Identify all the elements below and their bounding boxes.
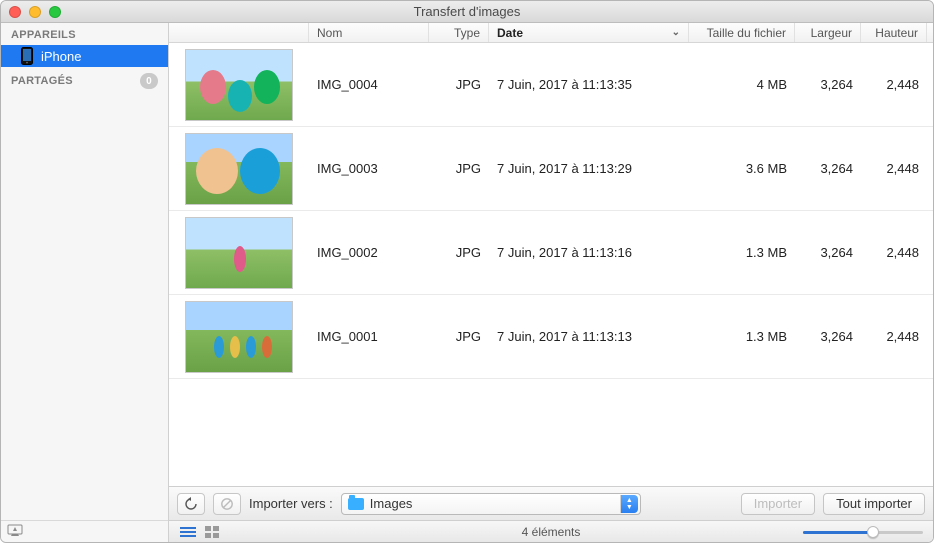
cell-name: IMG_0002 [309, 245, 429, 260]
grid-view-button[interactable] [201, 524, 223, 540]
main-pane: Nom Type Date ⌄ Taille du fichier Largeu… [169, 23, 933, 542]
cell-width: 3,264 [795, 245, 861, 260]
thumbnail [185, 217, 293, 289]
list-view-button[interactable] [177, 524, 199, 540]
cell-width: 3,264 [795, 77, 861, 92]
window-title: Transfert d'images [1, 4, 933, 19]
thumbnail [185, 133, 293, 205]
cell-name: IMG_0004 [309, 77, 429, 92]
import-button[interactable]: Importer [741, 493, 815, 515]
cell-width: 3,264 [795, 161, 861, 176]
sidebar-item-iphone[interactable]: iPhone [1, 45, 168, 67]
table-row[interactable]: IMG_0002 JPG 7 Juin, 2017 à 11:13:16 1.3… [169, 211, 933, 295]
minimize-icon[interactable] [29, 6, 41, 18]
table-row[interactable]: IMG_0001 JPG 7 Juin, 2017 à 11:13:13 1.3… [169, 295, 933, 379]
table-body: IMG_0004 JPG 7 Juin, 2017 à 11:13:35 4 M… [169, 43, 933, 486]
rotate-icon [184, 497, 198, 511]
column-height[interactable]: Hauteur [861, 23, 927, 42]
window-controls [9, 6, 61, 18]
content-split: APPAREILS iPhone PARTAGÉS 0 [1, 23, 933, 542]
bottom-toolbar: Importer vers : Images ▲▼ Importer Tout … [169, 486, 933, 520]
cell-name: IMG_0001 [309, 329, 429, 344]
column-width[interactable]: Largeur [795, 23, 861, 42]
import-destination-popup[interactable]: Images ▲▼ [341, 493, 641, 515]
list-icon [180, 526, 196, 538]
shared-count-badge: 0 [140, 73, 158, 89]
sidebar-footer [1, 520, 168, 542]
titlebar: Transfert d'images [1, 1, 933, 23]
chevron-down-icon: ⌄ [672, 27, 680, 38]
cell-height: 2,448 [861, 245, 927, 260]
folder-icon [348, 498, 364, 510]
column-size[interactable]: Taille du fichier [689, 23, 795, 42]
grid-icon [205, 526, 219, 538]
cell-width: 3,264 [795, 329, 861, 344]
sidebar-section-label: PARTAGÉS [11, 75, 73, 87]
cell-height: 2,448 [861, 161, 927, 176]
show-device-settings-icon[interactable] [7, 523, 23, 540]
status-bar: 4 éléments [169, 520, 933, 542]
close-icon[interactable] [9, 6, 21, 18]
cell-size: 1.3 MB [689, 329, 795, 344]
delete-button[interactable] [213, 493, 241, 515]
table-row[interactable]: IMG_0003 JPG 7 Juin, 2017 à 11:13:29 3.6… [169, 127, 933, 211]
rotate-button[interactable] [177, 493, 205, 515]
sidebar-section-devices: APPAREILS [1, 23, 168, 45]
cell-size: 3.6 MB [689, 161, 795, 176]
thumbnail [185, 301, 293, 373]
cell-date: 7 Juin, 2017 à 11:13:13 [489, 329, 689, 344]
column-name[interactable]: Nom [309, 23, 429, 42]
no-entry-icon [220, 497, 234, 511]
zoom-icon[interactable] [49, 6, 61, 18]
import-all-button[interactable]: Tout importer [823, 493, 925, 515]
cell-date: 7 Juin, 2017 à 11:13:29 [489, 161, 689, 176]
column-date-label: Date [497, 26, 523, 40]
sidebar-section-shared: PARTAGÉS 0 [1, 67, 168, 93]
cell-name: IMG_0003 [309, 161, 429, 176]
popup-arrows-icon: ▲▼ [620, 495, 638, 513]
cell-type: JPG [429, 77, 489, 92]
slider-knob[interactable] [867, 526, 879, 538]
cell-type: JPG [429, 245, 489, 260]
cell-height: 2,448 [861, 329, 927, 344]
iphone-icon [21, 47, 33, 65]
column-type[interactable]: Type [429, 23, 489, 42]
window: Transfert d'images APPAREILS iPhone PART… [0, 0, 934, 543]
thumbnail [185, 49, 293, 121]
column-thumbnail[interactable] [169, 23, 309, 42]
cell-type: JPG [429, 329, 489, 344]
cell-date: 7 Juin, 2017 à 11:13:35 [489, 77, 689, 92]
table-header: Nom Type Date ⌄ Taille du fichier Largeu… [169, 23, 933, 43]
thumbnail-size-slider[interactable] [803, 525, 923, 539]
cell-type: JPG [429, 161, 489, 176]
cell-size: 1.3 MB [689, 245, 795, 260]
import-destination-value: Images [370, 496, 413, 511]
sidebar: APPAREILS iPhone PARTAGÉS 0 [1, 23, 169, 542]
table-row[interactable]: IMG_0004 JPG 7 Juin, 2017 à 11:13:35 4 M… [169, 43, 933, 127]
cell-size: 4 MB [689, 77, 795, 92]
cell-date: 7 Juin, 2017 à 11:13:16 [489, 245, 689, 260]
cell-height: 2,448 [861, 77, 927, 92]
column-date[interactable]: Date ⌄ [489, 23, 689, 42]
sidebar-section-label: APPAREILS [11, 29, 76, 41]
sidebar-item-label: iPhone [41, 49, 81, 64]
import-to-label: Importer vers : [249, 496, 333, 511]
